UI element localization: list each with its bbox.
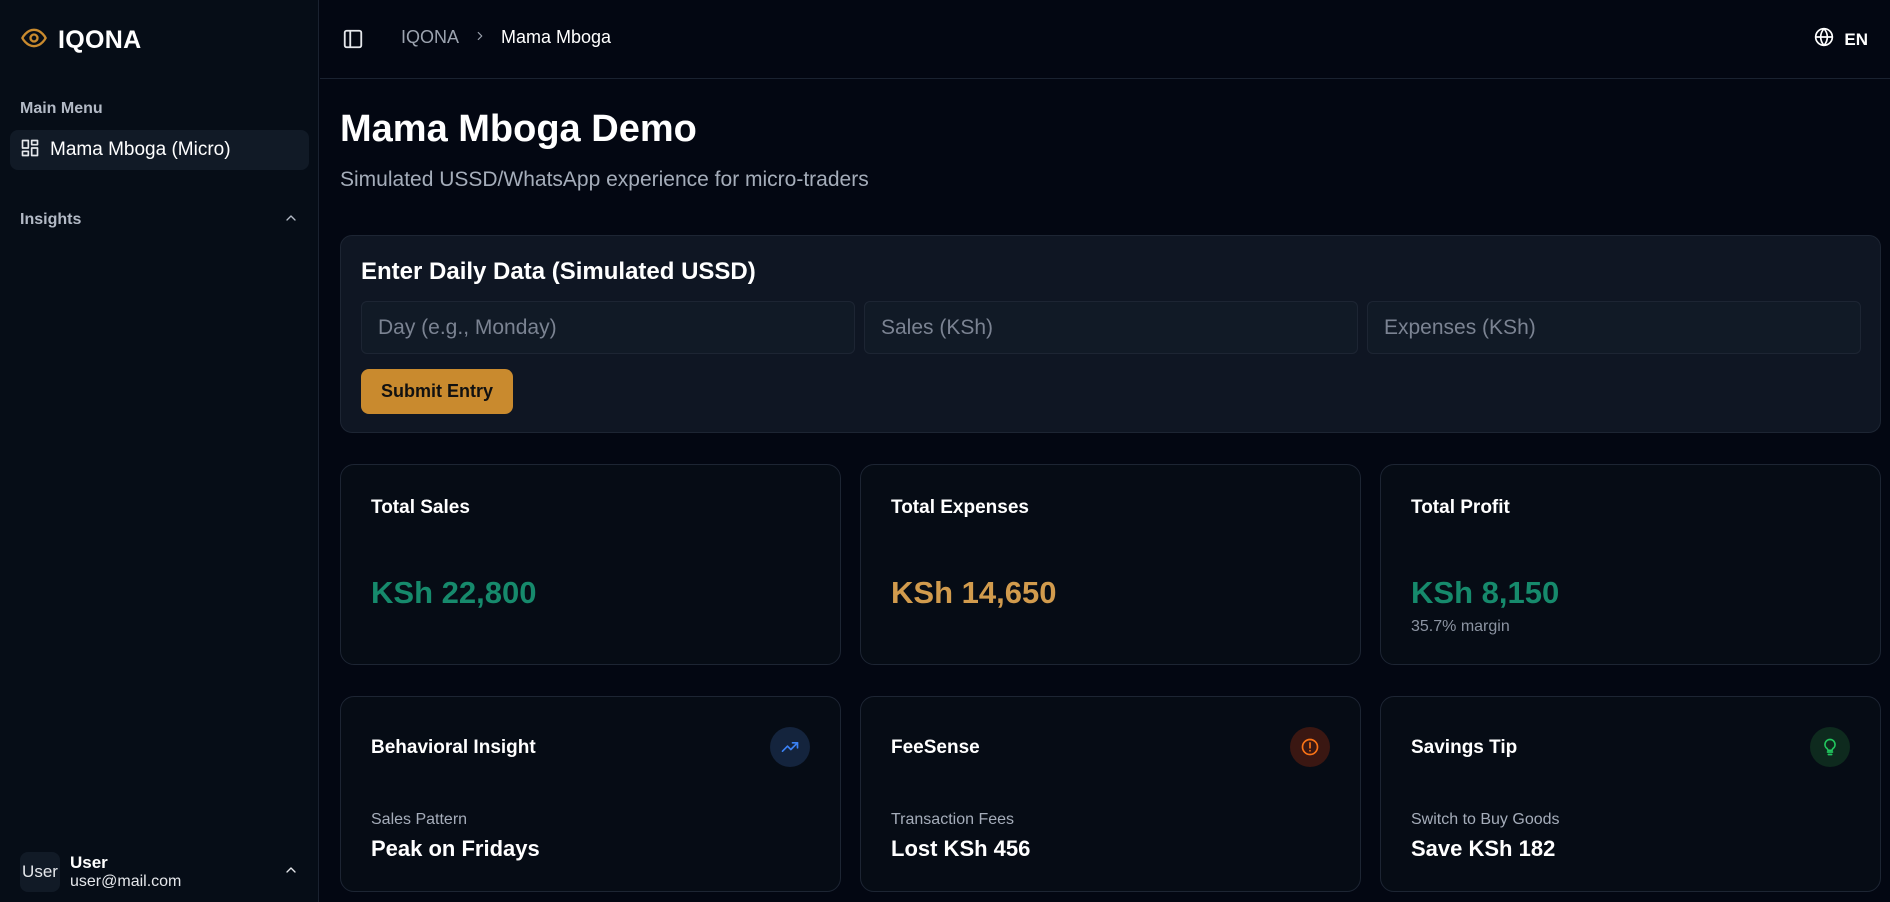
- day-input[interactable]: [361, 301, 855, 354]
- lightbulb-icon: [1810, 727, 1850, 767]
- chevron-right-icon: [473, 27, 487, 48]
- main-menu-label: Main Menu: [20, 100, 103, 117]
- stat-label: Total Sales: [371, 497, 470, 518]
- trending-up-icon: [770, 727, 810, 767]
- alert-circle-icon: [1290, 727, 1330, 767]
- page-title: Mama Mboga Demo: [340, 108, 697, 150]
- behavioral-insight-card: Behavioral Insight Sales Pattern Peak on…: [340, 696, 841, 892]
- user-menu[interactable]: User User user@mail.com: [20, 850, 299, 894]
- insight-value: Peak on Fridays: [371, 836, 540, 861]
- total-expenses-card: Total Expenses KSh 14,650: [860, 464, 1361, 665]
- chevron-up-icon: [283, 210, 299, 231]
- user-info: User user@mail.com: [70, 853, 273, 891]
- brand-name: IQONA: [58, 25, 142, 54]
- insights-group-toggle[interactable]: Insights: [20, 208, 299, 232]
- margin-note: 35.7% margin: [1411, 618, 1510, 635]
- stat-value: KSh 22,800: [371, 575, 537, 610]
- language-label: EN: [1844, 29, 1868, 49]
- total-profit-card: Total Profit KSh 8,150 35.7% margin: [1380, 464, 1881, 665]
- breadcrumb: IQONA Mama Mboga: [401, 27, 611, 48]
- breadcrumb-root-link[interactable]: IQONA: [401, 27, 459, 48]
- insight-subtitle: Switch to Buy Goods: [1411, 811, 1560, 828]
- sidebar-item-mama-mboga[interactable]: Mama Mboga (Micro): [10, 130, 309, 170]
- stat-label: Total Profit: [1411, 497, 1510, 518]
- stat-value: KSh 14,650: [891, 575, 1057, 610]
- daily-data-form: Enter Daily Data (Simulated USSD) Submit…: [340, 235, 1881, 433]
- insight-title: FeeSense: [891, 737, 980, 758]
- top-header: IQONA Mama Mboga EN: [320, 0, 1890, 79]
- insight-title: Behavioral Insight: [371, 737, 536, 758]
- dashboard-icon: [20, 138, 40, 163]
- avatar: User: [20, 852, 60, 892]
- submit-entry-button[interactable]: Submit Entry: [361, 369, 513, 414]
- eye-icon: [20, 24, 48, 57]
- sidebar-toggle-icon[interactable]: [342, 28, 364, 50]
- form-title: Enter Daily Data (Simulated USSD): [361, 258, 756, 285]
- language-switcher[interactable]: EN: [1814, 27, 1868, 52]
- insight-value: Save KSh 182: [1411, 836, 1556, 861]
- insights-label: Insights: [20, 211, 82, 228]
- insight-title: Savings Tip: [1411, 737, 1518, 758]
- feesense-card: FeeSense Transaction Fees Lost KSh 456: [860, 696, 1361, 892]
- expenses-input[interactable]: [1367, 301, 1861, 354]
- sidebar: IQONA Main Menu Mama Mboga (Micro) Insig…: [0, 0, 319, 902]
- globe-icon: [1814, 27, 1834, 52]
- brand[interactable]: IQONA: [20, 24, 141, 56]
- breadcrumb-current: Mama Mboga: [501, 27, 612, 47]
- chevron-up-icon: [283, 862, 299, 883]
- user-email: user@mail.com: [70, 872, 182, 890]
- insight-subtitle: Transaction Fees: [891, 811, 1015, 828]
- savings-tip-card: Savings Tip Switch to Buy Goods Save KSh…: [1380, 696, 1881, 892]
- insight-value: Lost KSh 456: [891, 836, 1031, 861]
- sidebar-item-label: Mama Mboga (Micro): [50, 139, 231, 160]
- sales-input[interactable]: [864, 301, 1358, 354]
- user-name: User: [70, 853, 108, 873]
- insight-subtitle: Sales Pattern: [371, 811, 468, 828]
- stat-value: KSh 8,150: [1411, 575, 1560, 610]
- stat-label: Total Expenses: [891, 497, 1029, 518]
- total-sales-card: Total Sales KSh 22,800: [340, 464, 841, 665]
- page-subtitle: Simulated USSD/WhatsApp experience for m…: [340, 168, 869, 191]
